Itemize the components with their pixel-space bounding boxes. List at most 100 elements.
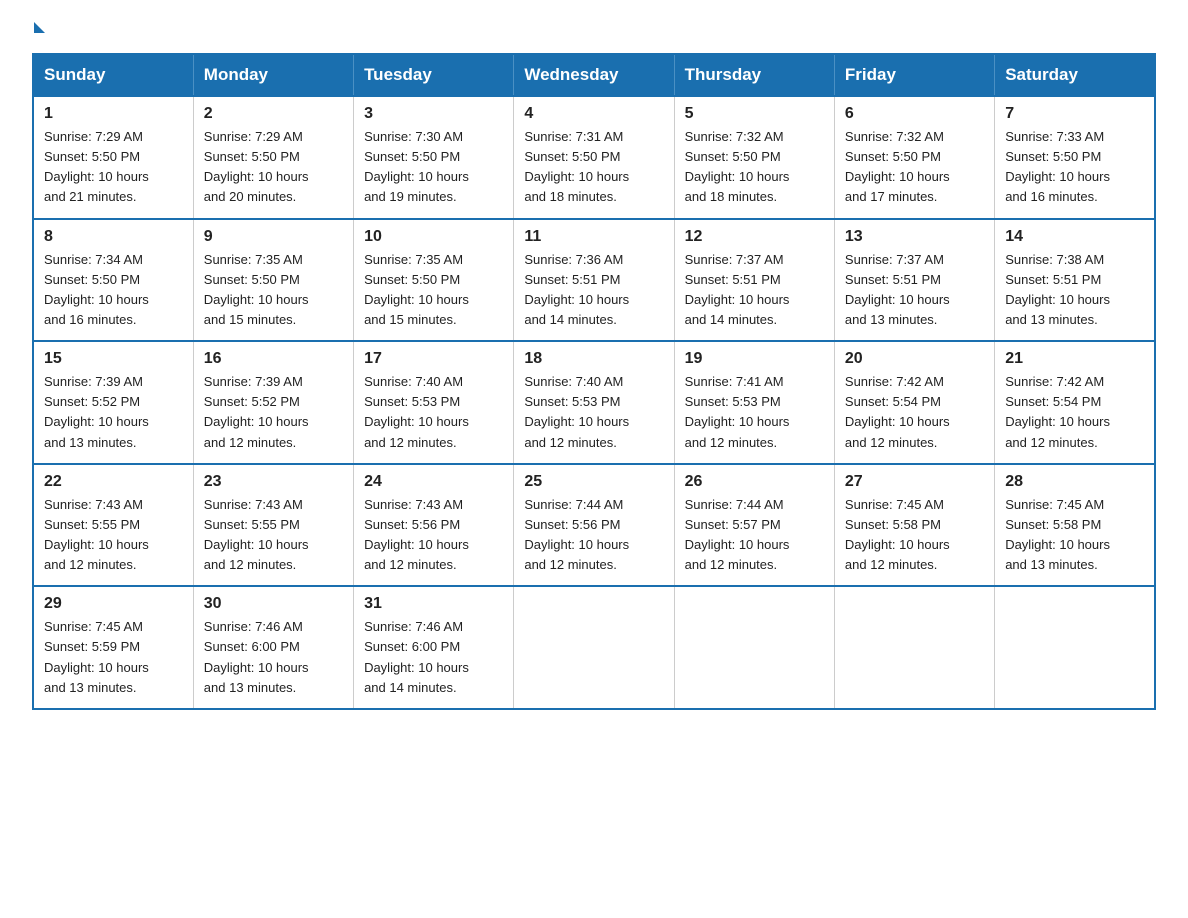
day-info: Sunrise: 7:29 AMSunset: 5:50 PMDaylight:… [204, 127, 343, 208]
day-number: 3 [364, 105, 503, 123]
day-number: 13 [845, 228, 984, 246]
day-number: 24 [364, 473, 503, 491]
header-day-thursday: Thursday [674, 54, 834, 96]
day-info: Sunrise: 7:34 AMSunset: 5:50 PMDaylight:… [44, 250, 183, 331]
header-day-tuesday: Tuesday [354, 54, 514, 96]
day-number: 26 [685, 473, 824, 491]
calendar-day-cell: 25 Sunrise: 7:44 AMSunset: 5:56 PMDayligh… [514, 464, 674, 587]
day-info: Sunrise: 7:32 AMSunset: 5:50 PMDaylight:… [845, 127, 984, 208]
calendar-day-cell [995, 586, 1155, 709]
day-number: 30 [204, 595, 343, 613]
calendar-day-cell: 5 Sunrise: 7:32 AMSunset: 5:50 PMDaylight… [674, 96, 834, 219]
calendar-day-cell: 17Sunrise: 7:40 AMSunset: 5:53 PMDayligh… [354, 341, 514, 464]
day-info: Sunrise: 7:41 AMSunset: 5:53 PMDaylight:… [685, 372, 824, 453]
calendar-day-cell: 15 Sunrise: 7:39 AMSunset: 5:52 PMDayligh… [33, 341, 193, 464]
header-day-sunday: Sunday [33, 54, 193, 96]
calendar-header-row: SundayMondayTuesdayWednesdayThursdayFrid… [33, 54, 1155, 96]
day-number: 5 [685, 105, 824, 123]
calendar-day-cell: 24 Sunrise: 7:43 AMSunset: 5:56 PMDayligh… [354, 464, 514, 587]
day-info: Sunrise: 7:29 AMSunset: 5:50 PMDaylight:… [44, 127, 183, 208]
day-number: 22 [44, 473, 183, 491]
calendar-day-cell: 28Sunrise: 7:45 AMSunset: 5:58 PMDayligh… [995, 464, 1155, 587]
calendar-day-cell: 31 Sunrise: 7:46 AMSunset: 6:00 PMDayligh… [354, 586, 514, 709]
calendar-day-cell: 9Sunrise: 7:35 AMSunset: 5:50 PMDaylight… [193, 219, 353, 342]
calendar-day-cell [674, 586, 834, 709]
calendar-day-cell: 8 Sunrise: 7:34 AMSunset: 5:50 PMDaylight… [33, 219, 193, 342]
day-number: 27 [845, 473, 984, 491]
calendar-week-row: 22 Sunrise: 7:43 AMSunset: 5:55 PMDayligh… [33, 464, 1155, 587]
header-day-monday: Monday [193, 54, 353, 96]
calendar-day-cell: 16 Sunrise: 7:39 AMSunset: 5:52 PMDayligh… [193, 341, 353, 464]
calendar-week-row: 8 Sunrise: 7:34 AMSunset: 5:50 PMDaylight… [33, 219, 1155, 342]
day-info: Sunrise: 7:44 AMSunset: 5:57 PMDaylight:… [685, 495, 824, 576]
day-info: Sunrise: 7:43 AMSunset: 5:56 PMDaylight:… [364, 495, 503, 576]
calendar-day-cell: 6 Sunrise: 7:32 AMSunset: 5:50 PMDaylight… [834, 96, 994, 219]
day-number: 8 [44, 228, 183, 246]
calendar-week-row: 29 Sunrise: 7:45 AMSunset: 5:59 PMDayligh… [33, 586, 1155, 709]
day-number: 7 [1005, 105, 1144, 123]
day-info: Sunrise: 7:44 AMSunset: 5:56 PMDaylight:… [524, 495, 663, 576]
calendar-table: SundayMondayTuesdayWednesdayThursdayFrid… [32, 53, 1156, 710]
day-number: 20 [845, 350, 984, 368]
logo-arrow-icon [34, 22, 45, 33]
day-info: Sunrise: 7:37 AMSunset: 5:51 PMDaylight:… [845, 250, 984, 331]
header-day-saturday: Saturday [995, 54, 1155, 96]
calendar-day-cell: 23Sunrise: 7:43 AMSunset: 5:55 PMDayligh… [193, 464, 353, 587]
calendar-day-cell: 4 Sunrise: 7:31 AMSunset: 5:50 PMDaylight… [514, 96, 674, 219]
header-day-friday: Friday [834, 54, 994, 96]
day-number: 29 [44, 595, 183, 613]
day-info: Sunrise: 7:46 AMSunset: 6:00 PMDaylight:… [204, 617, 343, 698]
day-info: Sunrise: 7:42 AMSunset: 5:54 PMDaylight:… [845, 372, 984, 453]
calendar-week-row: 1 Sunrise: 7:29 AMSunset: 5:50 PMDaylight… [33, 96, 1155, 219]
page-header [32, 24, 1156, 35]
calendar-day-cell: 29 Sunrise: 7:45 AMSunset: 5:59 PMDayligh… [33, 586, 193, 709]
day-info: Sunrise: 7:30 AMSunset: 5:50 PMDaylight:… [364, 127, 503, 208]
day-info: Sunrise: 7:32 AMSunset: 5:50 PMDaylight:… [685, 127, 824, 208]
day-number: 1 [44, 105, 183, 123]
day-number: 16 [204, 350, 343, 368]
calendar-day-cell: 2 Sunrise: 7:29 AMSunset: 5:50 PMDaylight… [193, 96, 353, 219]
calendar-day-cell: 14Sunrise: 7:38 AMSunset: 5:51 PMDayligh… [995, 219, 1155, 342]
day-number: 4 [524, 105, 663, 123]
calendar-day-cell: 30 Sunrise: 7:46 AMSunset: 6:00 PMDayligh… [193, 586, 353, 709]
day-number: 2 [204, 105, 343, 123]
calendar-day-cell: 20 Sunrise: 7:42 AMSunset: 5:54 PMDayligh… [834, 341, 994, 464]
day-info: Sunrise: 7:33 AMSunset: 5:50 PMDaylight:… [1005, 127, 1144, 208]
calendar-day-cell: 11Sunrise: 7:36 AMSunset: 5:51 PMDayligh… [514, 219, 674, 342]
day-number: 18 [524, 350, 663, 368]
day-number: 6 [845, 105, 984, 123]
day-number: 31 [364, 595, 503, 613]
day-info: Sunrise: 7:40 AMSunset: 5:53 PMDaylight:… [364, 372, 503, 453]
logo [32, 24, 45, 35]
day-number: 19 [685, 350, 824, 368]
day-number: 21 [1005, 350, 1144, 368]
calendar-day-cell: 26 Sunrise: 7:44 AMSunset: 5:57 PMDayligh… [674, 464, 834, 587]
day-info: Sunrise: 7:31 AMSunset: 5:50 PMDaylight:… [524, 127, 663, 208]
calendar-week-row: 15 Sunrise: 7:39 AMSunset: 5:52 PMDayligh… [33, 341, 1155, 464]
calendar-day-cell: 7 Sunrise: 7:33 AMSunset: 5:50 PMDaylight… [995, 96, 1155, 219]
calendar-day-cell: 22 Sunrise: 7:43 AMSunset: 5:55 PMDayligh… [33, 464, 193, 587]
day-number: 10 [364, 228, 503, 246]
day-info: Sunrise: 7:38 AMSunset: 5:51 PMDaylight:… [1005, 250, 1144, 331]
day-info: Sunrise: 7:37 AMSunset: 5:51 PMDaylight:… [685, 250, 824, 331]
calendar-day-cell: 13 Sunrise: 7:37 AMSunset: 5:51 PMDayligh… [834, 219, 994, 342]
day-info: Sunrise: 7:45 AMSunset: 5:58 PMDaylight:… [845, 495, 984, 576]
day-number: 28 [1005, 473, 1144, 491]
day-number: 15 [44, 350, 183, 368]
calendar-day-cell: 19 Sunrise: 7:41 AMSunset: 5:53 PMDayligh… [674, 341, 834, 464]
day-info: Sunrise: 7:39 AMSunset: 5:52 PMDaylight:… [44, 372, 183, 453]
day-info: Sunrise: 7:42 AMSunset: 5:54 PMDaylight:… [1005, 372, 1144, 453]
day-info: Sunrise: 7:39 AMSunset: 5:52 PMDaylight:… [204, 372, 343, 453]
calendar-day-cell: 21 Sunrise: 7:42 AMSunset: 5:54 PMDayligh… [995, 341, 1155, 464]
day-info: Sunrise: 7:46 AMSunset: 6:00 PMDaylight:… [364, 617, 503, 698]
day-info: Sunrise: 7:35 AMSunset: 5:50 PMDaylight:… [364, 250, 503, 331]
day-info: Sunrise: 7:43 AMSunset: 5:55 PMDaylight:… [44, 495, 183, 576]
header-day-wednesday: Wednesday [514, 54, 674, 96]
calendar-day-cell [514, 586, 674, 709]
calendar-day-cell: 18 Sunrise: 7:40 AMSunset: 5:53 PMDayligh… [514, 341, 674, 464]
day-info: Sunrise: 7:40 AMSunset: 5:53 PMDaylight:… [524, 372, 663, 453]
day-number: 9 [204, 228, 343, 246]
day-info: Sunrise: 7:45 AMSunset: 5:59 PMDaylight:… [44, 617, 183, 698]
day-number: 25 [524, 473, 663, 491]
calendar-day-cell [834, 586, 994, 709]
